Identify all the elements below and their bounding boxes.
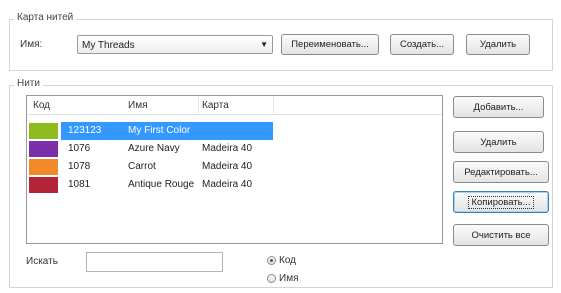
create-map-button[interactable]: Создать...	[390, 34, 454, 55]
edit-thread-button-label: Редактировать...	[464, 166, 538, 178]
name-label: Имя:	[20, 39, 43, 50]
delete-map-button[interactable]: Удалить	[466, 34, 530, 55]
threads-list-header: Код Имя Карта	[27, 96, 442, 115]
delete-thread-button[interactable]: Удалить	[453, 131, 544, 153]
thread-code: 1076	[68, 143, 91, 154]
thread-map-select-value: My Threads	[82, 40, 135, 51]
color-swatch	[29, 141, 58, 157]
thread-code: 1081	[68, 179, 91, 190]
copy-thread-button-label: Копировать...	[468, 195, 534, 209]
thread-name: My First Color	[128, 125, 191, 136]
column-header-code[interactable]: Код	[33, 100, 50, 111]
column-divider[interactable]	[273, 96, 274, 113]
thread-name: Antique Rouge	[128, 179, 195, 190]
column-header-name[interactable]: Имя	[128, 100, 147, 111]
thread-name: Azure Navy	[128, 143, 180, 154]
thread-map-group-label: Карта нитей	[14, 12, 77, 23]
thread-code: 123123	[68, 125, 102, 136]
search-by-code-radio[interactable]	[267, 256, 276, 265]
thread-map-select[interactable]: My Threads ▼	[77, 35, 273, 54]
thread-row[interactable]: 1081 Antique Rouge Madeira 40	[27, 176, 273, 194]
copy-thread-button[interactable]: Копировать...	[453, 191, 549, 213]
chevron-down-icon: ▼	[260, 40, 268, 49]
thread-name: Carrot	[128, 161, 156, 172]
color-swatch	[29, 177, 58, 193]
search-input[interactable]	[86, 252, 223, 272]
thread-row[interactable]: 123123 My First Color	[27, 122, 273, 140]
thread-map: Madeira 40	[202, 161, 253, 172]
thread-row[interactable]: 1076 Azure Navy Madeira 40	[27, 140, 273, 158]
color-swatch	[29, 123, 58, 139]
clear-all-button-label: Очистить все	[471, 229, 531, 241]
radio-selected-dot	[270, 259, 273, 262]
threads-group-label: Нити	[14, 78, 43, 89]
column-header-map[interactable]: Карта	[202, 100, 229, 111]
search-by-name-radio[interactable]	[267, 274, 276, 283]
add-thread-button[interactable]: Добавить...	[453, 96, 544, 118]
thread-map: Madeira 40	[202, 179, 253, 190]
threads-list[interactable]: Код Имя Карта 123123 My First Color 1076…	[26, 95, 443, 244]
delete-thread-button-label: Удалить	[480, 136, 517, 148]
color-swatch	[29, 159, 58, 175]
search-by-name-label[interactable]: Имя	[279, 273, 298, 284]
column-divider[interactable]	[198, 96, 199, 113]
edit-thread-button[interactable]: Редактировать...	[453, 161, 549, 183]
create-map-button-label: Создать...	[399, 39, 445, 50]
thread-row[interactable]: 1078 Carrot Madeira 40	[27, 158, 273, 176]
thread-map: Madeira 40	[202, 143, 253, 154]
rename-map-button-label: Переименовать...	[291, 39, 369, 50]
delete-map-button-label: Удалить	[479, 39, 517, 50]
search-by-code-label[interactable]: Код	[279, 255, 296, 266]
add-thread-button-label: Добавить...	[473, 101, 524, 113]
search-label: Искать	[26, 256, 58, 267]
clear-all-button[interactable]: Очистить все	[453, 224, 549, 246]
rename-map-button[interactable]: Переименовать...	[281, 34, 379, 55]
thread-code: 1078	[68, 161, 91, 172]
